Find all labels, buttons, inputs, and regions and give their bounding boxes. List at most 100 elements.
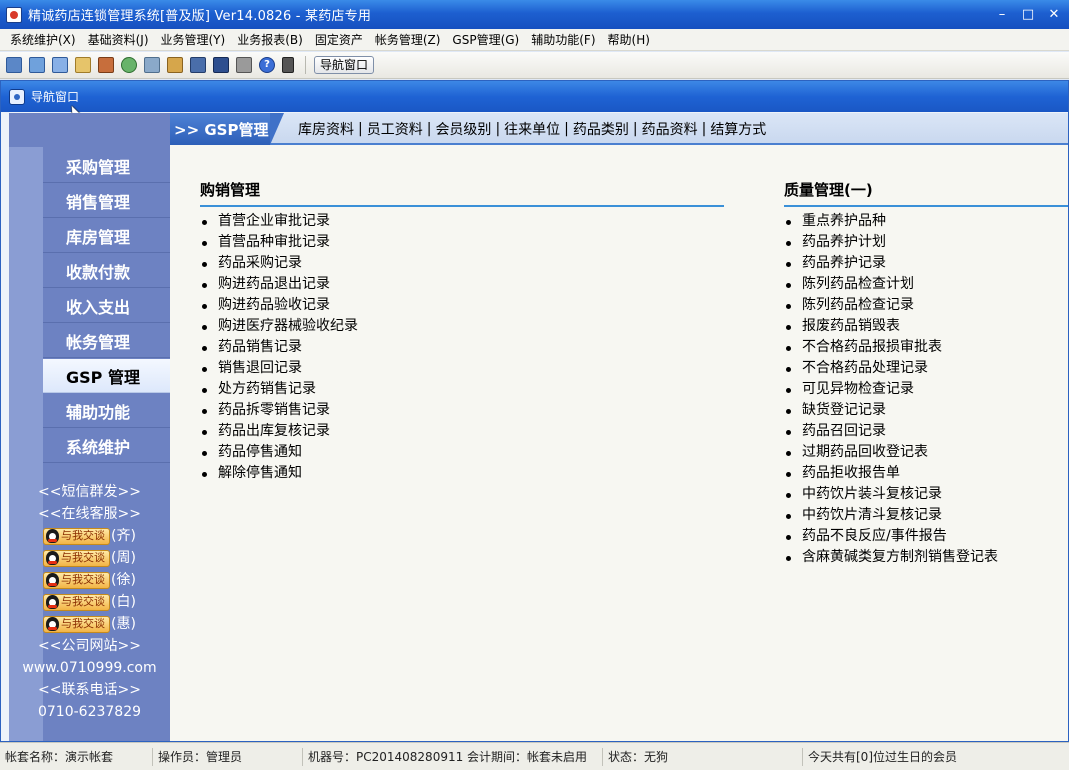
- qq-chat-button[interactable]: 与我交谈 (惠): [43, 613, 136, 635]
- exit-icon[interactable]: [282, 57, 294, 73]
- section-title: >> GSP管理: [170, 113, 284, 145]
- list-item[interactable]: 药品养护记录: [784, 253, 1068, 274]
- link-drug-data[interactable]: 药品资料: [642, 119, 698, 139]
- list-item[interactable]: 处方药销售记录: [200, 379, 724, 400]
- list-item[interactable]: 首营企业审批记录: [200, 211, 724, 232]
- menu-business[interactable]: 业务管理(Y): [155, 31, 232, 48]
- list-item[interactable]: 含麻黄碱类复方制剂销售登记表: [784, 547, 1068, 568]
- list-item[interactable]: 陈列药品检查记录: [784, 295, 1068, 316]
- website-label: <<公司网站>>: [38, 638, 141, 654]
- list-item[interactable]: 药品采购记录: [200, 253, 724, 274]
- sidebar-item-accounts[interactable]: 帐务管理: [43, 324, 170, 358]
- qq-penguin-icon: [46, 529, 60, 543]
- list-item[interactable]: 药品销售记录: [200, 337, 724, 358]
- list-item[interactable]: 药品拒收报告单: [784, 463, 1068, 484]
- toolbar: ? 导航窗口: [0, 52, 1069, 79]
- menu-system[interactable]: 系统维护(X): [4, 31, 82, 48]
- list-item[interactable]: 重点养护品种: [784, 211, 1068, 232]
- form-icon[interactable]: [29, 57, 45, 73]
- save-icon[interactable]: [236, 57, 252, 73]
- grid-icon[interactable]: [6, 57, 22, 73]
- sidebar-item-sales[interactable]: 销售管理: [43, 184, 170, 218]
- sidebar-item-income-expense[interactable]: 收入支出: [43, 289, 170, 323]
- list-item[interactable]: 陈列药品检查计划: [784, 274, 1068, 295]
- sidebar-item-gsp[interactable]: GSP 管理: [43, 359, 170, 393]
- nav-window-title: 导航窗口: [31, 90, 80, 104]
- list-item[interactable]: 中药饮片装斗复核记录: [784, 484, 1068, 505]
- menu-reports[interactable]: 业务报表(B): [231, 31, 309, 48]
- minimize-button[interactable]: –: [991, 5, 1013, 25]
- list-item[interactable]: 不合格药品报损审批表: [784, 337, 1068, 358]
- sms-link[interactable]: <<短信群发>>: [9, 481, 170, 503]
- list-item[interactable]: 缺货登记记录: [784, 400, 1068, 421]
- list-item[interactable]: 不合格药品处理记录: [784, 358, 1068, 379]
- window-titlebar: 精诚药店连锁管理系统[普及版] Ver14.0826 - 某药店专用 – □ ✕: [0, 0, 1069, 29]
- menu-fixed-assets[interactable]: 固定资产: [309, 31, 369, 48]
- qq-penguin-icon: [46, 573, 60, 587]
- print-preview-icon[interactable]: [167, 57, 183, 73]
- link-member-levels[interactable]: 会员级别: [435, 119, 491, 139]
- link-warehouse-data[interactable]: 库房资料: [298, 119, 354, 139]
- purchase-sales-title: 购销管理: [200, 179, 724, 207]
- list-item[interactable]: 解除停售通知: [200, 463, 724, 484]
- toolbar-separator: [305, 56, 306, 74]
- users-icon[interactable]: [144, 57, 160, 73]
- menu-auxiliary[interactable]: 辅助功能(F): [525, 31, 601, 48]
- list-item[interactable]: 可见异物检查记录: [784, 379, 1068, 400]
- status-machine: 机器号：PC201408280911 会计期间：帐套未启用: [302, 748, 587, 766]
- status-bar: 帐套名称：演示帐套 操作员：管理员 机器号：PC201408280911 会计期…: [0, 742, 1069, 770]
- qq-chat-button[interactable]: 与我交谈 (徐): [43, 569, 136, 591]
- list-item[interactable]: 购进医疗器械验收纪录: [200, 316, 724, 337]
- link-staff-data[interactable]: 员工资料: [367, 119, 423, 139]
- list-item[interactable]: 中药饮片清斗复核记录: [784, 505, 1068, 526]
- windows-icon[interactable]: [52, 57, 68, 73]
- list-item[interactable]: 药品召回记录: [784, 421, 1068, 442]
- close-button[interactable]: ✕: [1043, 5, 1065, 25]
- sidebar-item-purchase[interactable]: 采购管理: [43, 149, 170, 183]
- menu-accounts[interactable]: 帐务管理(Z): [369, 31, 447, 48]
- phone-number: 0710-6237829: [37, 704, 142, 720]
- list-item[interactable]: 首营品种审批记录: [200, 232, 724, 253]
- phone-label: <<联系电话>>: [38, 682, 141, 698]
- export-icon[interactable]: [190, 57, 206, 73]
- list-item[interactable]: 药品出库复核记录: [200, 421, 724, 442]
- qq-penguin-icon: [46, 551, 60, 565]
- quality-title: 质量管理(一): [784, 179, 1068, 207]
- list-item[interactable]: 报废药品销毁表: [784, 316, 1068, 337]
- website-link[interactable]: www.0710999.com: [9, 657, 170, 679]
- sidebar-item-auxiliary[interactable]: 辅助功能: [43, 394, 170, 428]
- list-item[interactable]: 药品拆零销售记录: [200, 400, 724, 421]
- edit-icon[interactable]: [75, 57, 91, 73]
- menu-gsp[interactable]: GSP管理(G): [446, 31, 525, 48]
- list-item[interactable]: 购进药品退出记录: [200, 274, 724, 295]
- restore-button[interactable]: □: [1017, 5, 1039, 25]
- sidebar-item-payments[interactable]: 收款付款: [43, 254, 170, 288]
- list-item[interactable]: 销售退回记录: [200, 358, 724, 379]
- qq-chat-button[interactable]: 与我交谈 (周): [43, 547, 136, 569]
- list-item[interactable]: 购进药品验收记录: [200, 295, 724, 316]
- link-drug-categories[interactable]: 药品类别: [573, 119, 629, 139]
- report-icon[interactable]: [98, 57, 114, 73]
- nav-window-button[interactable]: 导航窗口: [314, 56, 375, 74]
- menu-basic-data[interactable]: 基础资料(J): [82, 31, 155, 48]
- qq-chat-button[interactable]: 与我交谈 (齐): [43, 525, 136, 547]
- status-members: 今天共有[0]位过生日的会员: [802, 748, 957, 766]
- sidebar-header: [9, 113, 170, 147]
- list-item[interactable]: 过期药品回收登记表: [784, 442, 1068, 463]
- list-item[interactable]: 药品停售通知: [200, 442, 724, 463]
- sidebar-item-system[interactable]: 系统维护: [43, 429, 170, 463]
- purchase-sales-list: 首营企业审批记录 首营品种审批记录 药品采购记录 购进药品退出记录 购进药品验收记录 购进…: [200, 211, 724, 484]
- qq-chat-button[interactable]: 与我交谈 (白): [43, 591, 136, 613]
- tools-icon[interactable]: [121, 57, 137, 73]
- list-item[interactable]: 药品养护计划: [784, 232, 1068, 253]
- nav-window-icon: [9, 88, 25, 105]
- quick-link-strip: >> GSP管理 库房资料 | 员工资料 | 会员级别 | 往来单位 | 药品类别 | 药…: [170, 113, 1068, 145]
- link-partners[interactable]: 往来单位: [504, 119, 560, 139]
- menu-help[interactable]: 帮助(H): [602, 31, 656, 48]
- image-icon[interactable]: [213, 57, 229, 73]
- help-icon[interactable]: ?: [259, 57, 275, 73]
- list-item[interactable]: 药品不良反应/事件报告: [784, 526, 1068, 547]
- nav-window-titlebar: 导航窗口: [1, 81, 1068, 123]
- link-settlement-methods[interactable]: 结算方式: [710, 119, 766, 139]
- sidebar-item-warehouse[interactable]: 库房管理: [43, 219, 170, 253]
